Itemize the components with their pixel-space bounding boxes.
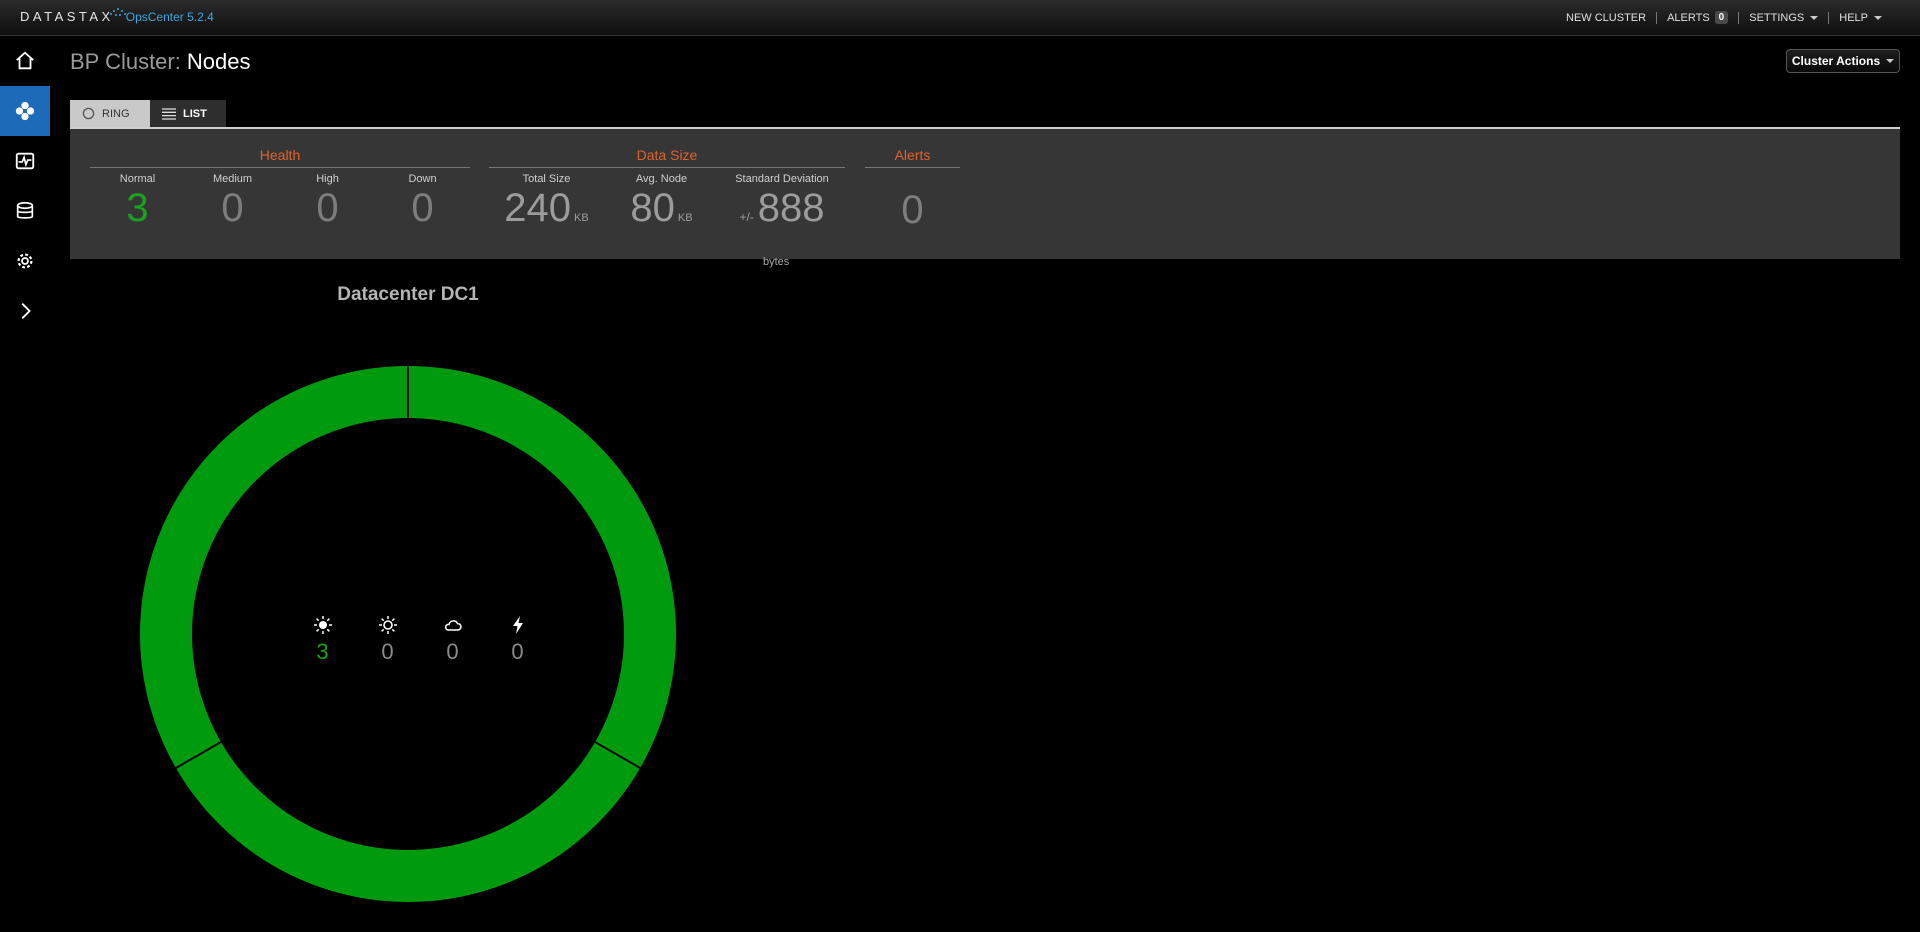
chevron-right-icon — [21, 303, 31, 319]
stat-value: 0 — [411, 186, 434, 230]
ring-node-segment[interactable] — [140, 366, 408, 768]
stat-label: Medium — [212, 173, 253, 185]
help-label: HELP — [1839, 11, 1868, 24]
group-divider — [90, 167, 470, 168]
health-normal: Normal 3 — [90, 173, 185, 229]
new-cluster-link[interactable]: NEW CLUSTER — [1566, 12, 1646, 24]
stat-unit: KB — [677, 212, 693, 224]
cluster-actions-label: Cluster Actions — [1791, 54, 1881, 68]
group-divider — [865, 167, 960, 168]
data-size-title: Data Size — [636, 147, 698, 163]
stat-prefix: +/- — [739, 210, 754, 224]
sidebar-item-activity[interactable] — [0, 136, 50, 186]
ring-node-segment[interactable] — [175, 742, 641, 902]
brand-name: DATASTAX — [20, 9, 114, 24]
alerts-count: 0 — [865, 187, 960, 231]
home-icon — [16, 51, 34, 70]
tab-list-label: LIST — [183, 107, 207, 120]
ring-stat-medium: 0 — [355, 615, 420, 665]
cluster-actions-button[interactable]: Cluster Actions — [1786, 49, 1900, 73]
brand-dots-icon — [108, 5, 128, 19]
summary-panel: Health Normal 3 Medium 0 High 0 Down 0 D… — [70, 129, 1900, 259]
stat-label: High — [316, 173, 339, 185]
stat-value: 0 — [316, 186, 339, 230]
tab-ring[interactable]: RING — [70, 100, 150, 127]
stat-label: Total Size — [522, 173, 571, 185]
help-menu[interactable]: HELP — [1839, 12, 1882, 24]
settings-label: SETTINGS — [1749, 11, 1805, 24]
activity-monitor-icon — [15, 152, 35, 170]
group-divider — [489, 167, 845, 168]
ring-stat-down: 0 — [485, 615, 550, 665]
ring-stat-value: 0 — [446, 639, 459, 664]
datacenter-title: Datacenter DC1 — [337, 284, 479, 305]
sidebar-item-nodes[interactable] — [0, 86, 50, 136]
ring-stat-high: 0 — [420, 615, 485, 665]
ring-node-segment[interactable] — [408, 366, 676, 768]
ring-stat-value: 0 — [511, 639, 524, 664]
datacenter-health-summary: 3 0 0 0 — [290, 615, 550, 665]
caret-down-icon — [1874, 15, 1882, 20]
health-title: Health — [259, 147, 301, 163]
partly-sunny-icon — [378, 616, 397, 634]
sidebar-item-expand[interactable] — [0, 286, 50, 336]
stat-value: 240 — [504, 186, 572, 230]
std-dev-unit: bytes — [763, 256, 790, 268]
caret-down-icon — [1810, 15, 1819, 20]
alerts-title: Alerts — [894, 147, 931, 163]
cluster-nodes-icon — [15, 101, 35, 121]
nav-divider — [1656, 11, 1658, 24]
stat-value: 0 — [901, 188, 924, 232]
gear-icon — [17, 253, 33, 269]
database-icon — [16, 201, 34, 219]
ring-stat-value: 0 — [381, 639, 394, 664]
cloud-icon — [444, 620, 462, 631]
health-high: High 0 — [280, 173, 375, 229]
lightning-icon — [512, 616, 523, 634]
health-medium: Medium 0 — [185, 173, 280, 229]
alerts-link[interactable]: ALERTS 0 — [1667, 11, 1729, 24]
nav-divider — [1828, 11, 1830, 24]
product-version: OpsCenter 5.2.4 — [125, 10, 214, 24]
page-title-prefix: BP Cluster: — [70, 49, 181, 74]
tab-ring-label: RING — [102, 107, 130, 120]
page-title-main: Nodes — [186, 49, 251, 74]
brand-logo[interactable]: DATASTAX OpsCenter 5.2.4 — [20, 8, 214, 24]
data-size-avg-node: Avg. Node 80 KB — [604, 173, 719, 239]
caret-down-icon — [1886, 59, 1895, 63]
health-down: Down 0 — [375, 173, 470, 229]
sidebar-item-data[interactable] — [0, 186, 50, 236]
view-tabs: RING LIST — [70, 100, 226, 127]
ring-stat-value: 3 — [316, 639, 329, 664]
sidebar-item-settings[interactable] — [0, 236, 50, 286]
alerts-label: ALERTS — [1667, 11, 1710, 24]
stat-value: 3 — [126, 186, 149, 230]
top-nav: NEW CLUSTER ALERTS 0 SETTINGS HELP — [1566, 0, 1882, 35]
data-size-std-dev: Standard Deviation +/- 888 — [719, 173, 845, 238]
list-icon — [162, 107, 176, 120]
stat-label: Avg. Node — [635, 173, 688, 185]
stat-label: Down — [408, 173, 437, 185]
nav-divider — [1738, 11, 1740, 24]
sidebar — [0, 36, 50, 932]
stat-label: Normal — [119, 173, 156, 185]
page-title: BP Cluster: Nodes — [70, 49, 250, 75]
stat-value: 0 — [221, 186, 244, 230]
ring-stat-normal: 3 — [290, 615, 355, 665]
sidebar-item-home[interactable] — [0, 36, 50, 86]
data-size-total: Total Size 240 KB — [489, 173, 604, 239]
ring-icon — [82, 107, 95, 120]
settings-menu[interactable]: SETTINGS — [1749, 11, 1819, 24]
sun-icon — [313, 616, 332, 634]
stat-value: 80 — [630, 186, 675, 230]
top-bar: DATASTAX OpsCenter 5.2.4 NEW CLUSTER ALE… — [0, 0, 1920, 36]
stat-label: Standard Deviation — [735, 173, 829, 185]
tab-list[interactable]: LIST — [150, 100, 226, 127]
stat-value: 888 — [757, 186, 825, 230]
alerts-count-badge: 0 — [1714, 11, 1729, 24]
stat-unit: KB — [574, 212, 589, 224]
